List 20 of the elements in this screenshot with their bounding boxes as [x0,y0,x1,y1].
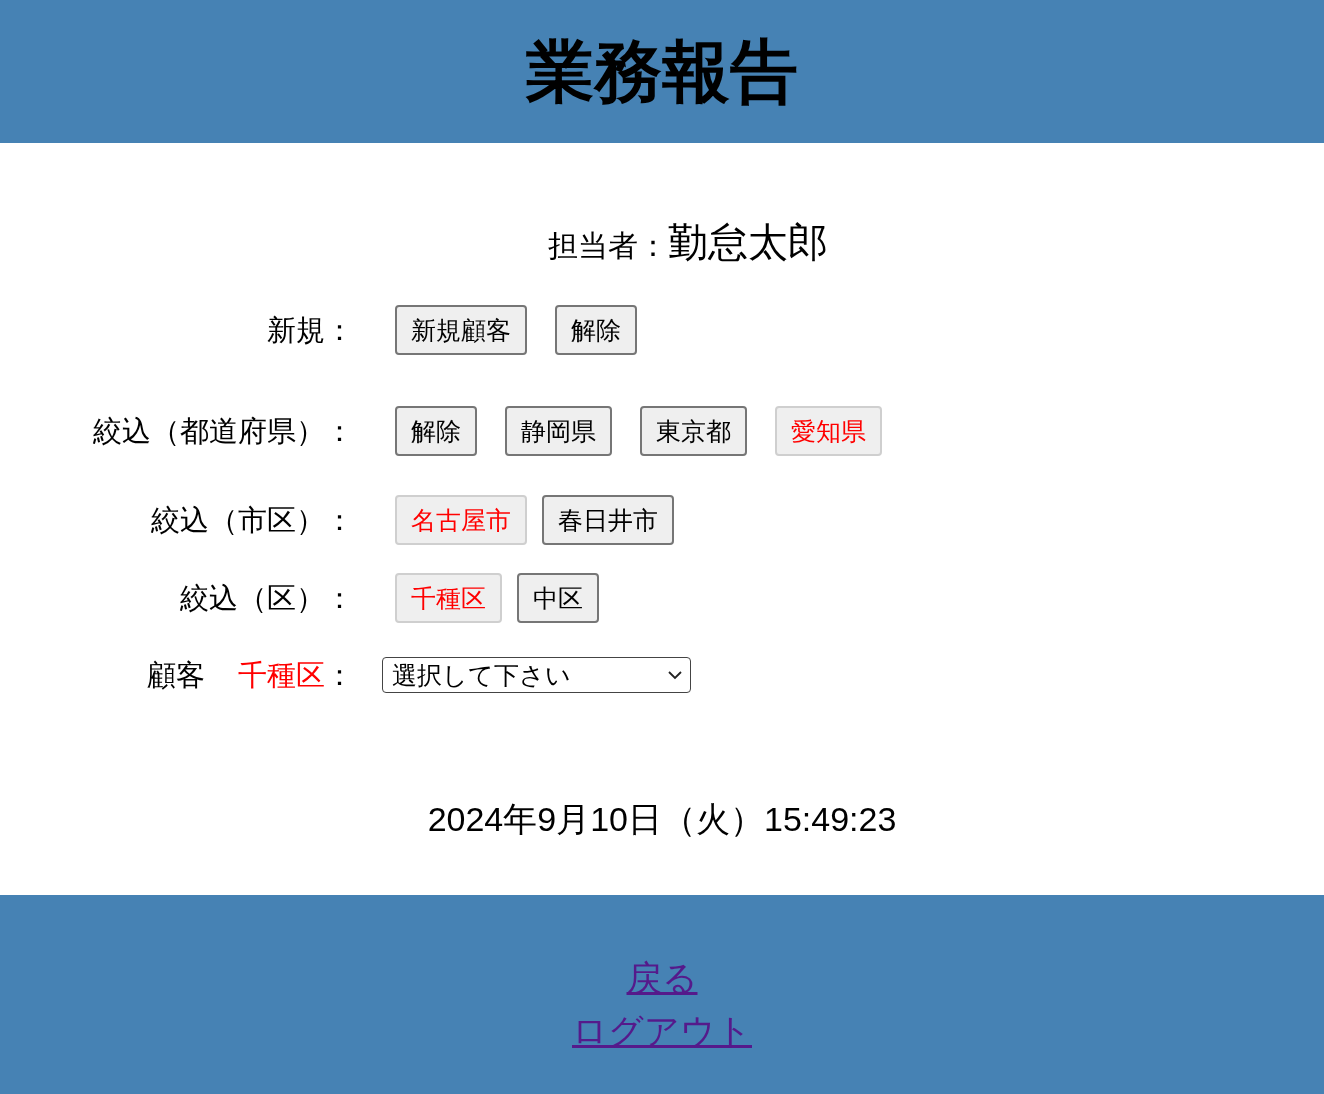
filter-label: 絞込（市区）： [151,503,354,538]
page-title: 業務報告 [526,34,798,109]
filter-button[interactable]: 静岡県 [505,406,612,456]
filter-label: 新規： [267,313,354,348]
staff-label: 担当者： [548,228,668,264]
date-time-text: 2024年9月10日（火）15:49:23 [427,800,897,838]
customer-label: 顧客 [147,658,205,693]
staff-name: 勤怠太郎 [668,219,828,266]
filter-button[interactable]: 解除 [555,305,637,355]
filter-button[interactable]: 春日井市 [542,495,674,545]
area-label: 千種区 [238,658,325,693]
chevron-down-icon [668,670,682,680]
filter-label: 絞込（都道府県）： [93,414,354,449]
customer-dropdown[interactable]: 選択して下さい [382,657,691,693]
filter-button[interactable]: 解除 [395,406,477,456]
filter-button[interactable]: 中区 [517,573,599,623]
colon-label: ： [325,658,354,693]
filter-button[interactable]: 東京都 [640,406,747,456]
filter-button[interactable]: 新規顧客 [395,305,527,355]
filter-label: 絞込（区）： [180,581,354,616]
